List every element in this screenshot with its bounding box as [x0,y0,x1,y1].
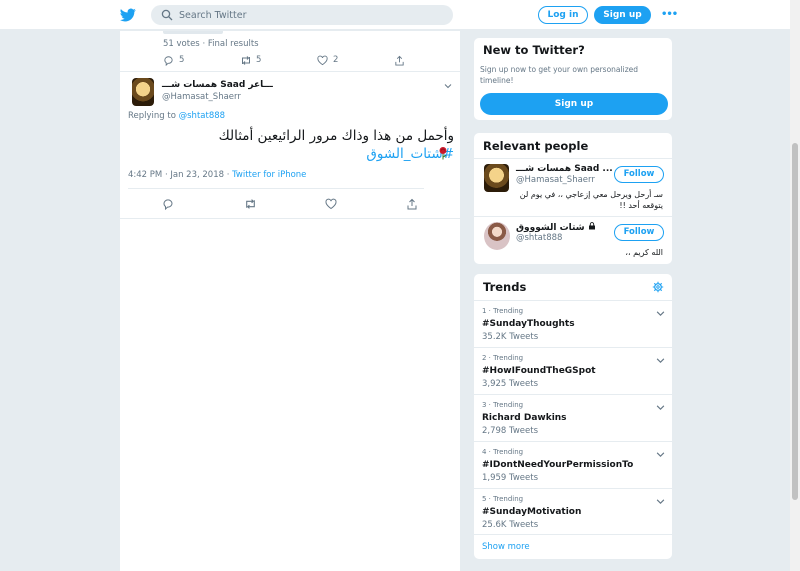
tweet-meta: 4:42 PM · Jan 23, 2018 · Twitter for iPh… [128,170,306,180]
replying-to-link[interactable]: @shtat888 [179,111,225,121]
more-options-icon[interactable]: ••• [661,9,678,20]
trends-divider [474,300,672,301]
poll-option-bar [163,31,223,34]
show-more-link[interactable]: Show more [482,542,530,552]
trend-name[interactable]: #SundayThoughts [482,319,575,329]
trend-rank: 4 · Trending [482,448,524,456]
trends-divider [474,347,672,348]
rp-divider [474,216,672,217]
timeline: 51 votes · Final results 5 5 2 همسات شــ… [119,31,461,571]
trend-name[interactable]: #IDontNeedYourPermissionTo [482,460,633,470]
search-box [151,5,453,25]
trends-divider [474,394,672,395]
rp-divider [474,158,672,159]
avatar[interactable] [484,164,509,192]
poll-meta: 51 votes · Final results [163,39,259,49]
author-name[interactable]: همسات شـــ Saad ـــاعر [162,80,273,90]
trend-count: 3,925 Tweets [482,379,538,389]
person-handle[interactable]: @shtat888 [516,233,562,243]
avatar[interactable] [132,78,154,106]
chevron-down-icon[interactable] [656,356,665,365]
sidebar-signup-button[interactable]: Sign up [480,93,668,115]
like-count: 2 [333,55,339,65]
chevron-down-icon[interactable] [656,497,665,506]
person-name[interactable]: شتات الشوووق [516,222,596,233]
new-to-twitter-title: New to Twitter? [483,43,585,57]
trends-divider [474,488,672,489]
trend-count: 25.6K Tweets [482,520,539,530]
person-handle[interactable]: @Hamasat_Shaerr [516,175,595,185]
meta-divider [128,188,424,189]
trend-rank: 2 · Trending [482,354,524,362]
avatar[interactable] [484,222,510,250]
trends-divider [474,534,672,535]
gear-icon[interactable] [652,281,664,293]
login-button[interactable]: Log in [538,6,588,24]
author-handle[interactable]: @Hamasat_Shaerr [162,92,241,102]
chevron-down-icon[interactable] [656,403,665,412]
tweet-body: وأحمل من هذا وذاك مرور الرائيعين أمثالك [218,128,454,144]
trends-title: Trends [483,280,527,294]
tweet-bottom-divider [120,218,460,219]
scrollbar[interactable] [790,0,800,571]
trend-rank: 1 · Trending [482,307,524,315]
reply-icon [164,56,173,66]
twitter-logo-icon[interactable] [120,7,136,23]
top-bar: Log in Sign up ••• [0,0,790,30]
person-name[interactable]: همسات شـــ Saad ... [516,164,613,174]
new-to-twitter-card: New to Twitter? Sign up now to get your … [473,37,673,121]
scroll-thumb[interactable] [792,143,798,500]
retweet-icon [242,56,250,65]
replying-to: Replying to @shtat888 [128,111,225,121]
follow-button[interactable]: Follow [614,224,664,241]
tweet-text: وأحمل من هذا وذاك مرور الرائيعين أمثالك … [136,127,454,163]
person-bio: سـ أرحل ويرحل معي إزعاجي ،، في يوم لن يت… [519,190,663,210]
reply-count: 5 [179,55,185,65]
chevron-down-icon[interactable] [656,450,665,459]
chevron-down-icon[interactable] [444,82,452,90]
retweet-icon[interactable] [244,198,257,210]
trend-rank: 3 · Trending [482,401,524,409]
tweet-divider [120,71,460,72]
person-name-text: شتات الشوووق [516,223,585,233]
trends-card: Trends 1 · Trending #SundayThoughts 35.2… [473,273,673,560]
search-icon [161,9,173,21]
trend-name[interactable]: Richard Dawkins [482,413,567,423]
retweet-count: 5 [256,55,262,65]
rose-emoji-icon [439,147,447,160]
trends-divider [474,441,672,442]
trend-count: 2,798 Tweets [482,426,538,436]
trend-rank: 5 · Trending [482,495,524,503]
trend-name[interactable]: #HowIFoundTheGSpot [482,366,596,376]
trend-count: 1,959 Tweets [482,473,538,483]
new-to-twitter-subtitle: Sign up now to get your own personalized… [480,65,639,85]
chevron-down-icon[interactable] [656,309,665,318]
search-input[interactable] [179,7,444,23]
heart-icon[interactable] [325,198,337,210]
signup-button[interactable]: Sign up [594,6,651,24]
share-icon [395,55,404,66]
person-bio: الله كريم ،، [625,248,663,257]
follow-button[interactable]: Follow [614,166,664,183]
replying-prefix: Replying to [128,111,179,121]
lock-icon [588,222,595,230]
tweet-timestamp[interactable]: 4:42 PM · Jan 23, 2018 · [128,170,232,180]
relevant-people-card: Relevant people همسات شـــ Saad ... @Ham… [473,132,673,265]
tweet-source-link[interactable]: Twitter for iPhone [232,170,306,180]
relevant-people-title: Relevant people [483,139,589,153]
heart-icon [317,55,328,66]
share-icon[interactable] [406,198,418,210]
trend-name[interactable]: #SundayMotivation [482,507,581,517]
reply-icon[interactable] [162,198,174,210]
trend-count: 35.2K Tweets [482,332,539,342]
